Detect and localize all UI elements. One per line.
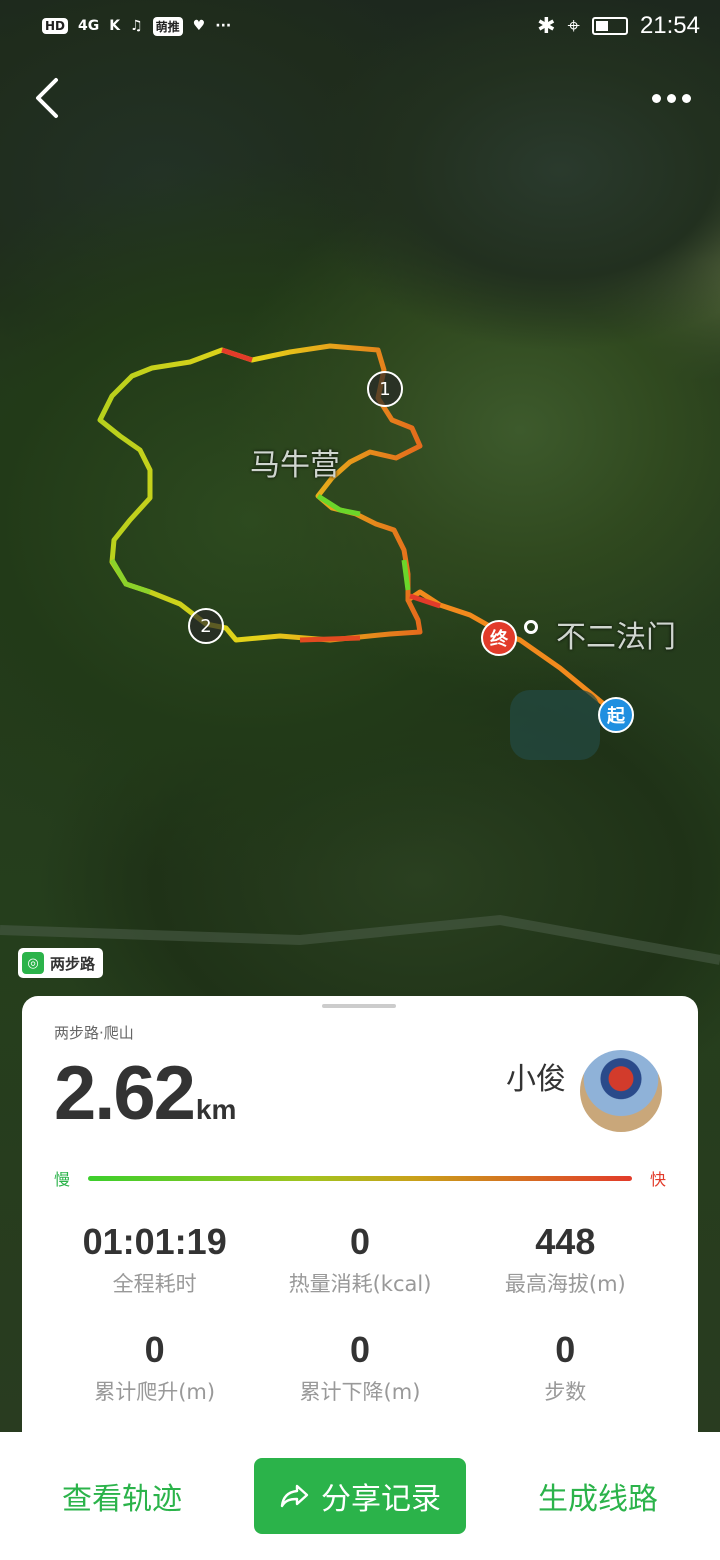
more-dots-icon bbox=[666, 93, 676, 103]
bottom-action-bar: 查看轨迹 分享记录 生成线路 bbox=[0, 1432, 720, 1560]
more-button[interactable] bbox=[646, 80, 696, 116]
speed-legend: 慢 快 bbox=[54, 1166, 666, 1190]
waypoint-marker-2[interactable]: 2 bbox=[188, 608, 224, 644]
stat-max-altitude: 448 最高海拔(m) bbox=[463, 1222, 668, 1298]
stat-value: 0 bbox=[555, 1329, 576, 1370]
map-label-maniuying: 马牛营 bbox=[250, 448, 340, 483]
speed-fast-label: 快 bbox=[649, 1170, 666, 1189]
brand-tag: ◎ 两步路 bbox=[18, 948, 104, 978]
stat-value: 0 bbox=[144, 1329, 165, 1370]
liangbulu-logo-icon: ◎ bbox=[22, 952, 44, 974]
speed-gradient-bar bbox=[88, 1175, 632, 1181]
back-button[interactable] bbox=[28, 72, 68, 122]
waypoint-marker-1[interactable]: 1 bbox=[367, 371, 403, 407]
more-dots-icon bbox=[681, 93, 691, 103]
stat-label: 步数 bbox=[544, 1380, 587, 1404]
stat-value: 01:01:19 bbox=[82, 1221, 227, 1262]
stat-duration: 01:01:19 全程耗时 bbox=[52, 1222, 257, 1298]
more-dots-icon bbox=[651, 93, 661, 103]
stat-label: 累计爬升(m) bbox=[94, 1380, 216, 1404]
clock: 21:54 bbox=[639, 12, 700, 39]
location-icon: ⌖ bbox=[567, 13, 580, 39]
distance-unit: km bbox=[195, 1094, 237, 1125]
distance-value: 2.62 bbox=[54, 1051, 196, 1136]
stats-grid: 01:01:19 全程耗时 0 热量消耗(kcal) 448 最高海拔(m) 0… bbox=[52, 1222, 668, 1406]
drag-handle[interactable] bbox=[322, 1004, 396, 1008]
avatar[interactable] bbox=[580, 1050, 662, 1132]
status-icons: HD 4G K ♫ 萌推 ♥ ··· bbox=[42, 16, 232, 36]
stat-label: 热量消耗(kcal) bbox=[288, 1272, 432, 1296]
end-marker[interactable]: 终 bbox=[481, 620, 517, 656]
heart-icon: ♥ bbox=[192, 18, 206, 34]
status-bar: HD 4G K ♫ 萌推 ♥ ··· ✱ ⌖ 21:54 bbox=[0, 0, 720, 52]
start-marker[interactable]: 起 bbox=[598, 697, 634, 733]
share-record-button[interactable]: 分享记录 bbox=[254, 1458, 466, 1534]
battery-icon bbox=[591, 17, 628, 35]
brand-name: 两步路 bbox=[50, 954, 96, 973]
k-app-icon: K bbox=[109, 18, 121, 34]
stat-ascent: 0 累计爬升(m) bbox=[52, 1330, 257, 1406]
poi-dot-icon bbox=[524, 620, 538, 634]
stat-label: 累计下降(m) bbox=[299, 1380, 421, 1404]
hd-icon: HD bbox=[42, 18, 69, 34]
view-track-button[interactable]: 查看轨迹 bbox=[62, 1474, 182, 1518]
chevron-left-icon bbox=[36, 78, 58, 118]
generate-route-button[interactable]: 生成线路 bbox=[538, 1474, 658, 1518]
route-track bbox=[0, 343, 720, 965]
speed-slow-label: 慢 bbox=[54, 1170, 71, 1189]
mengtui-app-icon: 萌推 bbox=[152, 16, 183, 36]
status-system: ✱ ⌖ 21:54 bbox=[537, 12, 700, 40]
stat-calories: 0 热量消耗(kcal) bbox=[257, 1222, 462, 1298]
summary-card: 两步路·爬山 2.62 km 小俊 慢 快 01:01:19 全程耗时 0 热量… bbox=[22, 996, 698, 1456]
username: 小俊 bbox=[506, 1062, 566, 1097]
share-record-label: 分享记录 bbox=[321, 1482, 441, 1517]
stat-steps: 0 步数 bbox=[463, 1330, 668, 1406]
map-label-buerfamen: 不二法门 bbox=[556, 620, 676, 655]
stat-value: 0 bbox=[349, 1221, 370, 1262]
stat-value: 448 bbox=[535, 1221, 596, 1262]
music-app-icon: ♫ bbox=[130, 18, 143, 34]
stat-label: 全程耗时 bbox=[112, 1272, 197, 1296]
bluetooth-icon: ✱ bbox=[537, 13, 556, 39]
stat-descent: 0 累计下降(m) bbox=[257, 1330, 462, 1406]
stat-label: 最高海拔(m) bbox=[504, 1272, 626, 1296]
stat-value: 0 bbox=[349, 1329, 370, 1370]
overflow-dots-icon: ··· bbox=[215, 18, 232, 34]
distance-display: 2.62 km bbox=[54, 1050, 236, 1137]
share-arrow-icon bbox=[280, 1484, 309, 1508]
activity-type: 两步路·爬山 bbox=[54, 1024, 134, 1042]
signal-icon: 4G bbox=[78, 18, 100, 34]
